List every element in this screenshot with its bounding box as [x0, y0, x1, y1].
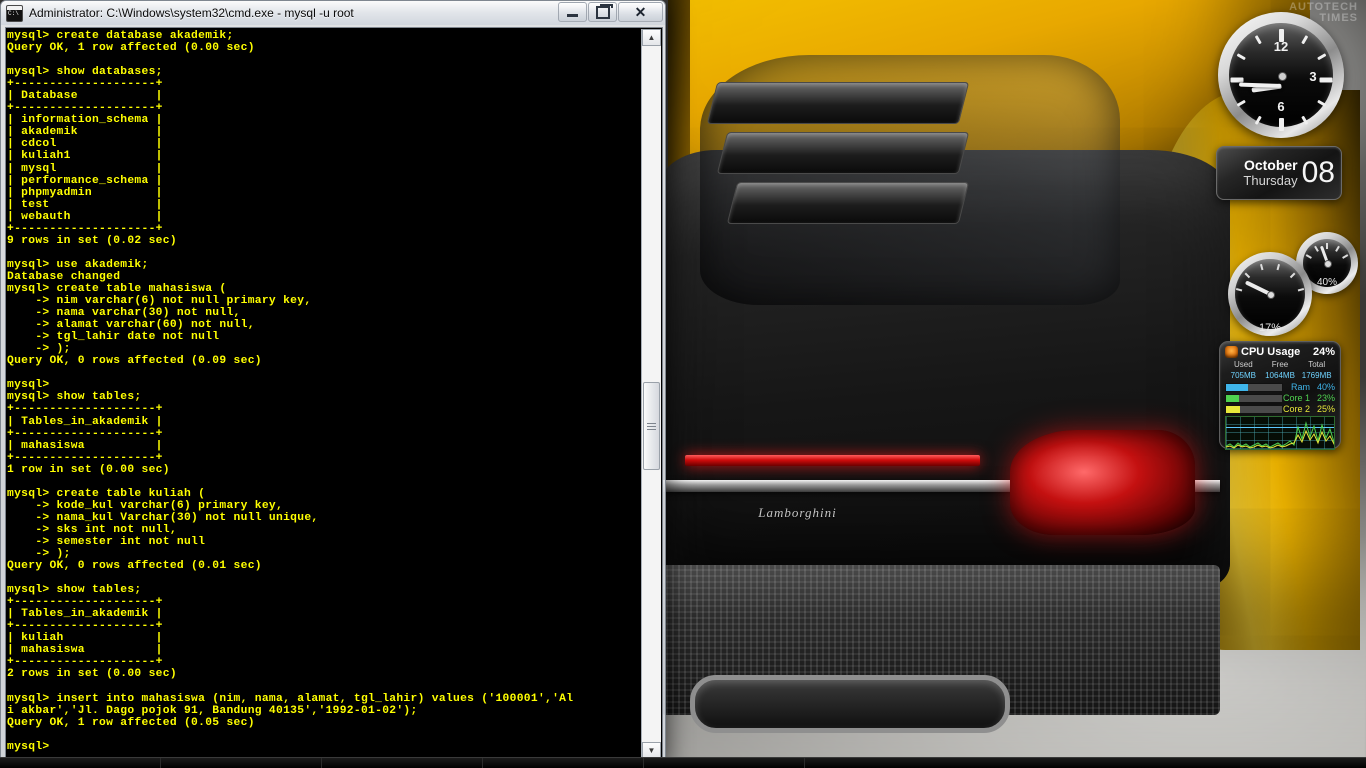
clock-numeral-6: 6 [1277, 99, 1285, 114]
scrollbar-track[interactable] [642, 46, 661, 742]
scroll-up-button[interactable]: ▲ [642, 29, 661, 46]
cpu-gauge-tick-5 [1289, 272, 1296, 279]
memory-value-used: 705MB [1230, 371, 1257, 380]
close-button[interactable]: ✕ [618, 2, 663, 22]
ram-gauge-tick-4 [1335, 245, 1340, 252]
clock-center-pivot [1277, 71, 1287, 81]
memory-value-total: 1769MB [1301, 371, 1332, 380]
car-vent-3 [726, 182, 970, 224]
cpu-bar-value: 40% [1316, 382, 1335, 392]
clock-dial: 12 3 6 [1229, 23, 1333, 131]
memory-header-used: Used [1233, 360, 1253, 369]
cpu-gauge-pivot [1267, 291, 1275, 299]
cpu-bar-row: Ram 40% [1225, 382, 1335, 392]
calendar-date: 08 [1301, 156, 1335, 189]
cpu-bar-value: 25% [1316, 404, 1335, 414]
minimize-button[interactable] [558, 2, 587, 22]
cpu-bar-value: 23% [1316, 393, 1335, 403]
console-vertical-scrollbar[interactable]: ▲ ▼ [641, 29, 661, 759]
clock-numeral-3: 3 [1309, 69, 1317, 84]
cpu-bar-list: Ram 40% Core 1 23% Core 2 25% [1225, 382, 1335, 414]
windows-taskbar[interactable] [0, 757, 1366, 768]
cpu-gauge-tick-4 [1276, 263, 1281, 271]
cpu-meter-title: CPU Usage [1241, 346, 1301, 358]
cpu-graph-traces [1226, 421, 1334, 449]
cpu-bar-track [1225, 404, 1283, 414]
cpu-core1-trace [1226, 421, 1334, 448]
car-vent-1 [706, 82, 970, 124]
cpu-bar-name: Ram [1290, 382, 1310, 392]
cpu-bar-name: Core 1 [1283, 393, 1311, 403]
cpu-bar-fill [1226, 394, 1239, 402]
cpu-gauge-tick-1 [1235, 287, 1243, 292]
cpu-gauge-label: 17% [1258, 322, 1282, 334]
car-third-brake-light [685, 455, 980, 466]
calendar-month: October [1243, 157, 1298, 173]
clock-gadget[interactable]: 12 3 6 [1218, 12, 1344, 138]
taskbar-slot-3[interactable] [322, 758, 483, 768]
taskbar-slot-2[interactable] [161, 758, 322, 768]
car-exhaust-outlet [690, 675, 1010, 733]
cpu-gauge-dial [1235, 259, 1305, 329]
cpu-history-graph [1225, 416, 1335, 450]
cpu-bar-track [1225, 382, 1283, 392]
cpu-bar-row: Core 2 25% [1225, 404, 1335, 414]
ram-gauge-tick-5 [1342, 254, 1349, 259]
cmd-console-icon [6, 4, 23, 22]
memory-value-free: 1064MB [1265, 371, 1295, 380]
clock-tick-4 [1316, 99, 1326, 107]
cpu-bar-name: Core 2 [1283, 404, 1311, 414]
ram-gauge-tick-1 [1305, 254, 1312, 259]
window-controls: ✕ [557, 2, 663, 22]
clock-tick-8 [1236, 99, 1246, 107]
meter-gauges-gadget[interactable]: 40% 17% [1218, 232, 1358, 337]
calendar-gadget[interactable]: October Thursday 08 [1216, 146, 1342, 200]
console-output-text: mysql> create database akademik; Query O… [7, 30, 640, 760]
clock-numeral-12: 12 [1273, 39, 1289, 54]
clock-tick-10 [1236, 53, 1246, 61]
car-badge: Lamborghini [758, 505, 837, 520]
taskbar-slot-4[interactable] [483, 758, 644, 768]
taskbar-slot-1[interactable] [0, 758, 161, 768]
window-title-text: Administrator: C:\Windows\system32\cmd.e… [29, 6, 354, 20]
ram-gauge-tick-3 [1326, 243, 1328, 249]
clock-tick-1 [1300, 35, 1308, 45]
memory-header-free: Free [1271, 360, 1289, 369]
scrollbar-grip-icon [647, 422, 656, 430]
cpu-gauge-tick-6 [1297, 287, 1305, 292]
cpu-gauge[interactable]: 17% [1228, 252, 1312, 336]
console-area[interactable]: mysql> create database akademik; Query O… [5, 27, 663, 761]
memory-values-row: 705MB 1064MB 1769MB [1225, 371, 1335, 380]
cpu-total-percent: 24% [1312, 346, 1335, 358]
car-tail-light [1010, 430, 1195, 535]
cpu-bar-track [1225, 393, 1283, 403]
cpu-meter-header: CPU Usage 24% [1225, 346, 1335, 358]
calendar-weekday: Thursday [1243, 173, 1298, 188]
window-title-bar[interactable]: Administrator: C:\Windows\system32\cmd.e… [1, 1, 665, 25]
restore-button[interactable] [588, 2, 617, 22]
clock-tick-2 [1316, 53, 1326, 61]
ram-gauge-tick-2 [1314, 245, 1319, 252]
cpu-gauge-tick-3 [1259, 263, 1264, 271]
cpu-bar-fill [1226, 405, 1240, 413]
cpu-usage-gadget[interactable]: CPU Usage 24% Used Free Total 705MB 1064… [1219, 341, 1341, 450]
clock-tick-6 [1278, 118, 1284, 131]
taskbar-slot-5[interactable] [644, 758, 805, 768]
calendar-text-block: October Thursday [1223, 157, 1302, 189]
ram-gauge-pivot [1324, 260, 1332, 268]
cpu-bar-fill [1226, 383, 1249, 391]
clock-tick-11 [1254, 35, 1262, 45]
scrollbar-thumb[interactable] [643, 382, 660, 470]
memory-headers-row: Used Free Total [1225, 360, 1335, 369]
cpu-chip-icon [1225, 346, 1238, 358]
cpu-bar-row: Core 1 23% [1225, 393, 1335, 403]
memory-header-total: Total [1308, 360, 1326, 369]
clock-minute-hand [1238, 82, 1282, 88]
car-vent-2 [716, 132, 970, 174]
cpu-gauge-tick-2 [1244, 272, 1251, 279]
command-prompt-window[interactable]: Administrator: C:\Windows\system32\cmd.e… [0, 0, 666, 764]
